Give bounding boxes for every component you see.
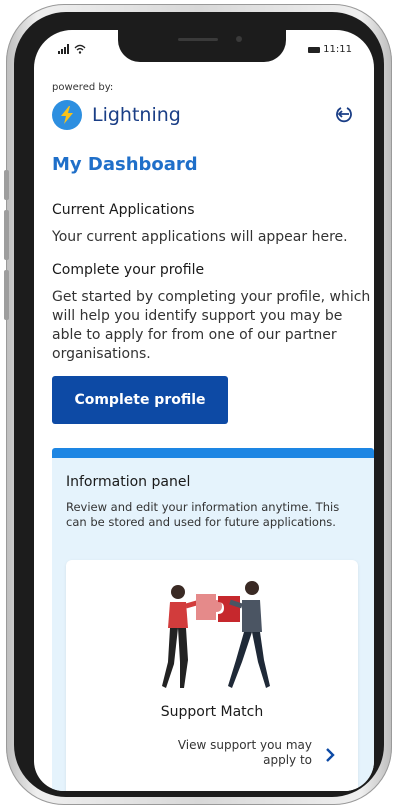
chevron-right-icon[interactable] [324, 748, 336, 762]
support-match-link-text[interactable]: View support you may apply to [152, 738, 312, 768]
support-match-title: Support Match [160, 704, 264, 720]
status-time: 11:11 [323, 44, 352, 55]
brand-name: Lightning [92, 104, 181, 126]
phone-notch [118, 30, 286, 62]
phone-side-button [4, 270, 9, 320]
information-panel-description: Review and edit your information anytime… [66, 500, 340, 529]
complete-profile-heading: Complete your profile [52, 262, 205, 278]
information-panel: Information panel Review and edit your i… [52, 448, 374, 791]
wifi-icon [74, 44, 86, 54]
current-applications-heading: Current Applications [52, 202, 195, 218]
phone-screen: 11:11 powered by: Lightning My Dashboard… [34, 30, 374, 791]
complete-profile-text: Get started by completing your profile, … [52, 289, 371, 362]
battery-icon [308, 46, 321, 53]
page-title: My Dashboard [52, 154, 198, 175]
status-left [58, 44, 86, 54]
current-applications-text: Your current applications will appear he… [52, 229, 348, 245]
notch-camera [236, 36, 242, 42]
phone-side-button [4, 210, 9, 260]
phone-side-button [4, 170, 9, 200]
information-panel-title: Information panel [66, 474, 191, 490]
brand: Lightning [52, 100, 181, 130]
lightning-logo-icon [52, 100, 82, 130]
powered-by-label: powered by: [52, 82, 114, 93]
puzzle-illustration [162, 581, 270, 688]
logout-icon[interactable] [334, 104, 354, 124]
notch-speaker [178, 38, 218, 41]
status-right: 11:11 [308, 44, 352, 55]
complete-profile-button[interactable]: Complete profile [52, 376, 228, 424]
signal-icon [58, 44, 69, 54]
support-match-card[interactable]: Support Match View support you may apply… [66, 560, 358, 791]
